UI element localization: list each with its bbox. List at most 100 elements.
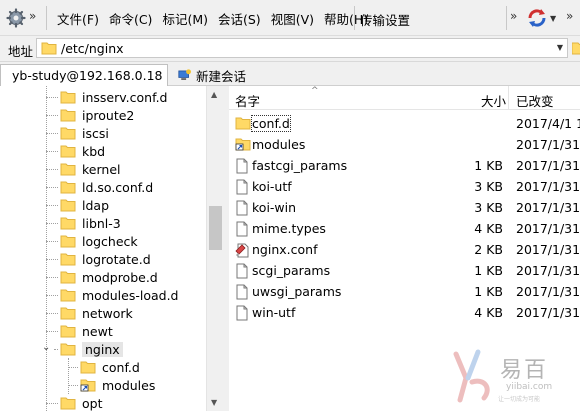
column-modified-header[interactable]: 已改变 (516, 91, 554, 110)
tree-guide-line (46, 115, 58, 116)
watermark-url: yiibai.com (506, 382, 553, 392)
sync-icon[interactable] (526, 7, 548, 29)
tree-item[interactable]: logcheck (60, 232, 138, 250)
file-row[interactable]: modules 2017/1/31 (229, 134, 580, 155)
file-row[interactable]: koi-win 3 KB 2017/1/31 (229, 197, 580, 218)
dropdown-arrow-icon[interactable]: ▼ (557, 43, 563, 52)
chevron-right-icon[interactable]: » (566, 9, 573, 23)
folder-icon[interactable] (572, 41, 580, 55)
tree-item[interactable]: iscsi (60, 124, 109, 142)
tree-item[interactable]: kbd (60, 142, 105, 160)
file-row[interactable]: mime.types 4 KB 2017/1/31 (229, 218, 580, 239)
file-icon (236, 305, 248, 321)
file-icon (236, 200, 248, 216)
tree-guide-line (54, 349, 58, 350)
file-row[interactable]: win-utf 4 KB 2017/1/31 (229, 302, 580, 323)
tab-new-session-label: 新建会话 (195, 68, 246, 84)
tree-item-label: insserv.conf.d (82, 89, 168, 105)
tree-item[interactable]: ldap (60, 196, 109, 214)
tree-guide-line (46, 187, 58, 188)
collapse-arrow-icon[interactable]: ⌄ (42, 342, 50, 353)
tree-guide-line (46, 133, 58, 134)
address-input[interactable]: /etc/nginx ▼ (36, 38, 568, 58)
folder-icon (60, 253, 76, 266)
tree-guide-line (46, 313, 58, 314)
folder-link-icon (235, 138, 251, 151)
tree-item[interactable]: insserv.conf.d (60, 88, 168, 106)
tree-item[interactable]: modules (80, 376, 155, 394)
column-name-header[interactable]: 名字 (235, 91, 260, 110)
session-tab-bar: yb-study@192.168.0.18 新建会话 (0, 62, 580, 86)
column-divider[interactable] (508, 86, 509, 110)
tree-item-label: ldap (82, 197, 110, 213)
file-name: scgi_params (252, 263, 331, 278)
menu-file[interactable]: 文件(F) (52, 9, 104, 28)
file-size: 2 KB (474, 242, 503, 257)
file-icon (236, 263, 248, 279)
file-list-header: ^ 名字 大小 已改变 (229, 86, 580, 110)
tree-item-label: kernel (82, 161, 121, 177)
tree-item-label: libnl-3 (82, 215, 121, 231)
tree-item[interactable]: modules-load.d (60, 286, 179, 304)
menu-mark[interactable]: 标记(M) (157, 9, 213, 28)
tree-item[interactable]: newt (60, 322, 113, 340)
tree-item-label: logcheck (82, 233, 138, 249)
folder-icon (60, 397, 76, 410)
tree-item[interactable]: modprobe.d (60, 268, 158, 286)
file-row[interactable]: scgi_params 1 KB 2017/1/31 (229, 260, 580, 281)
file-row[interactable]: fastcgi_params 1 KB 2017/1/31 (229, 155, 580, 176)
file-row[interactable]: uwsgi_params 1 KB 2017/1/31 (229, 281, 580, 302)
tree-guide-line (46, 295, 58, 296)
sort-ascending-icon: ^ (311, 86, 319, 96)
tree-item-label: conf.d (102, 359, 140, 375)
tab-new-session[interactable]: 新建会话 (172, 64, 252, 86)
tree-item[interactable]: logrotate.d (60, 250, 151, 268)
dropdown-arrow-icon[interactable]: ▼ (550, 14, 556, 23)
file-modified: 2017/1/31 (516, 221, 580, 236)
chevron-right-icon[interactable]: » (29, 9, 36, 23)
tree-item[interactable]: opt (60, 394, 102, 411)
folder-icon (80, 361, 96, 374)
tree-item[interactable]: kernel (60, 160, 121, 178)
folder-icon (60, 325, 76, 338)
menu-session[interactable]: 会话(S) (213, 9, 266, 28)
folder-icon (60, 271, 76, 284)
tree-item[interactable]: network (60, 304, 133, 322)
file-icon (236, 179, 248, 195)
tree-item[interactable]: ld.so.conf.d (60, 178, 153, 196)
config-file-icon (235, 243, 249, 258)
tree-guide-line (68, 367, 78, 368)
folder-icon (60, 163, 76, 176)
file-name: conf.d (251, 115, 291, 132)
menu-view[interactable]: 视图(V) (266, 9, 319, 28)
tree-item[interactable]: libnl-3 (60, 214, 121, 232)
file-name: nginx.conf (252, 242, 318, 257)
gear-icon[interactable] (6, 8, 26, 28)
folder-icon (41, 42, 57, 55)
scroll-down-icon[interactable]: ▼ (211, 398, 217, 407)
file-size: 1 KB (474, 284, 503, 299)
chevron-right-icon[interactable]: » (510, 9, 517, 23)
transfer-settings-button[interactable]: 传输设置 (360, 10, 410, 29)
tree-item[interactable]: conf.d (80, 358, 140, 376)
tree-item-selected[interactable]: nginx (60, 340, 123, 358)
folder-icon (60, 199, 76, 212)
folder-icon (60, 127, 76, 140)
tab-session[interactable]: yb-study@192.168.0.18 (0, 64, 168, 86)
file-modified: 2017/4/1 1 (516, 116, 580, 131)
watermark-logo: 易百 yiibai.com 让一切成为可能 (448, 348, 576, 406)
tab-session-label: yb-study@192.168.0.18 (12, 68, 163, 83)
tree-item-label: iscsi (82, 125, 109, 141)
tree-scrollbar[interactable]: ▲ ▼ (206, 86, 224, 411)
scroll-up-icon[interactable]: ▲ (211, 90, 217, 99)
tree-guide-line (46, 331, 58, 332)
scrollbar-thumb[interactable] (209, 206, 222, 250)
file-row[interactable]: nginx.conf 2 KB 2017/1/31 (229, 239, 580, 260)
menu-command[interactable]: 命令(C) (104, 9, 157, 28)
tree-item[interactable]: iproute2 (60, 106, 134, 124)
column-size-header[interactable]: 大小 (481, 91, 506, 110)
address-bar: 地址 /etc/nginx ▼ (0, 36, 580, 62)
folder-link-icon (80, 379, 96, 392)
file-row[interactable]: koi-utf 3 KB 2017/1/31 (229, 176, 580, 197)
file-row[interactable]: conf.d 2017/4/1 1 (229, 113, 580, 134)
